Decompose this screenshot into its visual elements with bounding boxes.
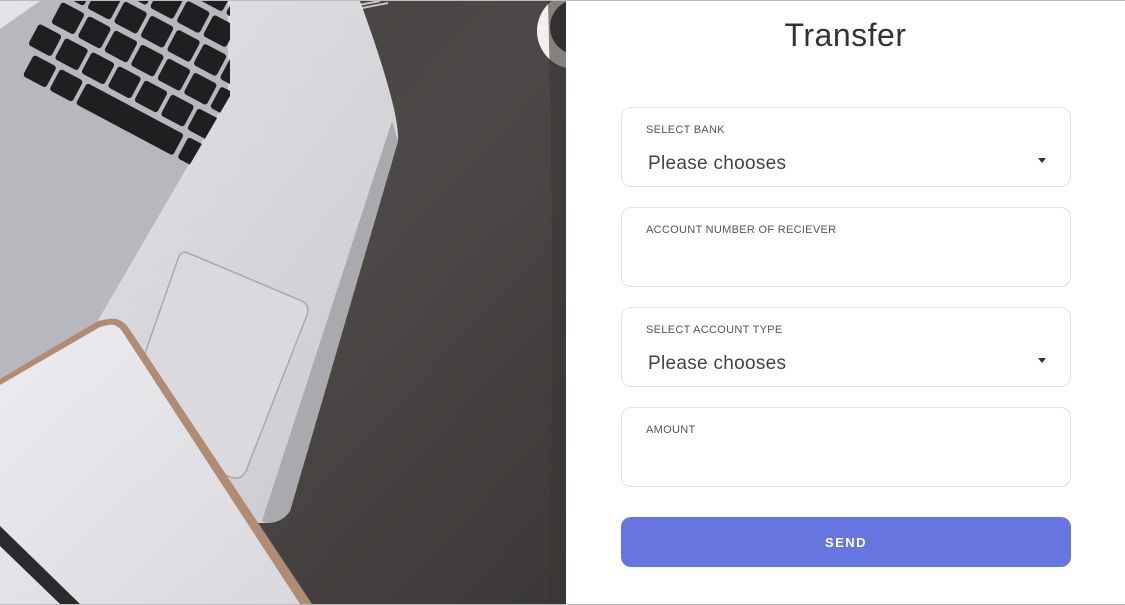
select-bank-label: SELECT BANK xyxy=(646,124,725,136)
amount-label: AMOUNT xyxy=(646,424,696,436)
account-number-field[interactable]: ACCOUNT NUMBER OF RECIEVER xyxy=(621,207,1071,287)
amount-field[interactable]: AMOUNT xyxy=(621,407,1071,487)
transfer-page: Transfer SELECT BANK Please chooses ACCO… xyxy=(0,0,1125,605)
select-bank-field[interactable]: SELECT BANK Please chooses xyxy=(621,107,1071,187)
account-number-input[interactable] xyxy=(644,246,1052,276)
desk-illustration xyxy=(0,1,566,604)
amount-input[interactable] xyxy=(644,446,1052,476)
select-account-type-label: SELECT ACCOUNT TYPE xyxy=(646,324,783,336)
page-title: Transfer xyxy=(784,17,907,53)
select-bank-value[interactable]: Please chooses xyxy=(648,153,786,175)
transfer-form: Transfer SELECT BANK Please chooses ACCO… xyxy=(566,1,1125,604)
caret-down-icon[interactable] xyxy=(1038,358,1046,363)
hero-image xyxy=(0,1,566,604)
select-account-type-field[interactable]: SELECT ACCOUNT TYPE Please chooses xyxy=(621,307,1071,387)
caret-down-icon[interactable] xyxy=(1038,158,1046,163)
account-number-label: ACCOUNT NUMBER OF RECIEVER xyxy=(646,224,837,236)
send-button[interactable]: SEND xyxy=(621,517,1071,567)
select-account-type-value[interactable]: Please chooses xyxy=(648,353,786,375)
